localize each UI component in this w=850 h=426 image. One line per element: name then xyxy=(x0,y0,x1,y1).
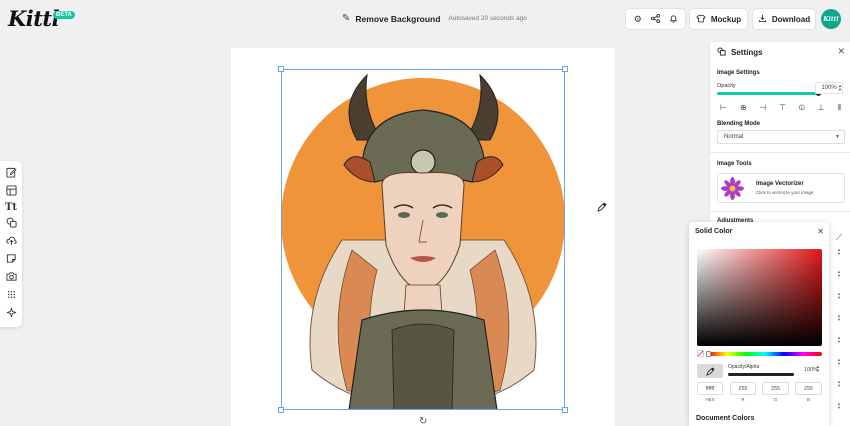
document-title[interactable]: Remove Background xyxy=(355,14,440,24)
eyedropper-icon xyxy=(705,366,715,376)
hex-label: HEX xyxy=(705,397,715,402)
r-input[interactable]: 255 xyxy=(730,382,756,395)
left-toolbar: Tt xyxy=(0,161,22,327)
alignment-row: ⊢ ⊕ ⊣ ⊤ ⦶ ⊥ ⦀ xyxy=(720,103,841,113)
solid-color-popup: Solid Color ✕ Opacity/Alpha 100% ▲ ▼ ffff… xyxy=(689,222,829,426)
bell-icon[interactable] xyxy=(666,14,680,25)
distribute-icon[interactable]: ⦀ xyxy=(837,103,841,113)
g-label: G xyxy=(773,397,778,402)
avatar[interactable]: Kittl xyxy=(821,9,841,29)
stepper[interactable]: ▲ ▼ xyxy=(837,314,841,322)
divider xyxy=(710,152,850,153)
vectorizer-flower-icon xyxy=(721,177,744,200)
stepper[interactable]: ▲ ▼ xyxy=(837,270,841,278)
blending-mode-select[interactable]: Normal ▼ xyxy=(717,130,845,144)
document-title-area[interactable]: ✎ Remove Background Autosaved 20 seconds… xyxy=(342,13,527,24)
alpha-input[interactable]: 100% xyxy=(795,365,818,375)
stepper[interactable]: ▲ ▼ xyxy=(837,336,841,344)
stepper[interactable]: ▲ ▼ xyxy=(837,402,841,410)
stickers-icon[interactable] xyxy=(6,253,17,267)
shapes-icon[interactable] xyxy=(6,217,17,231)
saturation-picker[interactable] xyxy=(697,249,822,346)
ai-sparkle-icon[interactable] xyxy=(6,307,17,321)
alpha-stepper[interactable]: ▲ ▼ xyxy=(816,365,820,373)
share-icon[interactable] xyxy=(648,13,662,25)
tshirt-icon xyxy=(696,14,706,25)
document-colors-title: Document Colors xyxy=(696,415,755,422)
alpha-label: Opacity/Alpha xyxy=(728,364,760,370)
close-icon[interactable]: ✕ xyxy=(817,227,824,236)
align-center-h-icon[interactable]: ⊕ xyxy=(740,103,747,113)
no-color-icon[interactable] xyxy=(697,350,704,357)
mockup-label: Mockup xyxy=(710,14,742,24)
image-settings-title: Image Settings xyxy=(717,70,760,76)
kittl-logo[interactable]: Kittl xyxy=(8,6,60,31)
stepper[interactable]: ▲ ▼ xyxy=(837,292,841,300)
eyedropper-cursor-icon xyxy=(597,202,607,215)
text-icon[interactable]: Tt xyxy=(5,203,17,213)
alpha-slider[interactable] xyxy=(728,373,794,376)
stepper[interactable]: ▲ ▼ xyxy=(837,248,841,256)
vectorizer-title: Image Vectorizer xyxy=(756,181,804,187)
b-input[interactable]: 255 xyxy=(795,382,822,395)
download-icon xyxy=(758,14,767,25)
download-label: Download xyxy=(771,14,811,24)
opacity-slider[interactable] xyxy=(717,92,818,95)
templates-icon[interactable] xyxy=(5,185,17,199)
rotate-icon[interactable]: ↻ xyxy=(419,416,427,426)
edit-icon[interactable] xyxy=(5,167,17,181)
resize-handle-bl[interactable] xyxy=(278,407,284,413)
resize-handle-tl[interactable] xyxy=(278,66,284,72)
opacity-stepper[interactable]: ▲ ▼ xyxy=(838,84,842,92)
mockup-button[interactable]: Mockup xyxy=(690,9,747,29)
hue-slider-handle[interactable] xyxy=(706,351,711,357)
download-button[interactable]: Download xyxy=(753,9,815,29)
align-top-icon[interactable]: ⊤ xyxy=(779,103,786,113)
solid-color-title: Solid Color xyxy=(695,228,733,235)
settings-icon[interactable]: ⚙ xyxy=(631,14,645,25)
beta-badge: BETA xyxy=(53,11,75,19)
selection-box[interactable] xyxy=(281,69,565,410)
upload-icon[interactable] xyxy=(5,235,17,249)
settings-shapes-icon xyxy=(717,47,726,58)
blending-mode-value: Normal xyxy=(724,134,744,140)
close-icon[interactable]: ✕ xyxy=(837,46,845,57)
align-left-icon[interactable]: ⊢ xyxy=(720,103,727,113)
stepper[interactable]: ▲ ▼ xyxy=(837,380,841,388)
stepper[interactable]: ▲ ▼ xyxy=(837,358,841,366)
top-bar: Kittl BETA ✎ Remove Background Autosaved… xyxy=(0,0,850,40)
image-vectorizer-card[interactable]: Image Vectorizer Click to vectorize your… xyxy=(717,173,845,203)
grid-icon[interactable] xyxy=(6,289,17,303)
camera-icon[interactable] xyxy=(5,271,17,285)
align-center-v-icon[interactable]: ⦶ xyxy=(799,103,805,113)
b-label: B xyxy=(806,397,810,402)
divider xyxy=(710,211,850,212)
g-input[interactable]: 255 xyxy=(762,382,789,395)
settings-header: Settings xyxy=(717,47,763,58)
chevron-down-icon: ▼ xyxy=(835,134,840,140)
r-label: R xyxy=(741,397,745,402)
no-fill-swatch-icon[interactable]: ⟋ xyxy=(836,232,842,243)
vectorizer-subtitle: Click to vectorize your image xyxy=(756,190,814,195)
settings-title: Settings xyxy=(731,48,763,57)
image-tools-title: Image Tools xyxy=(717,161,752,167)
align-right-icon[interactable]: ⊣ xyxy=(759,103,766,113)
hue-slider[interactable] xyxy=(708,352,822,356)
blending-mode-label: Blending Mode xyxy=(717,121,760,127)
pencil-icon[interactable]: ✎ xyxy=(342,13,350,24)
right-steppers-column: ▲ ▼ ▲ ▼ ▲ ▼ ▲ ▼ ▲ ▼ ▲ ▼ ▲ ▼ ▲ ▼ xyxy=(828,220,850,426)
hex-input[interactable]: ffffff xyxy=(697,382,723,395)
align-bottom-icon[interactable]: ⊥ xyxy=(818,103,825,113)
top-tool-group: ⚙ xyxy=(626,9,685,29)
opacity-label: Opacity xyxy=(717,83,736,89)
eyedropper-button[interactable] xyxy=(697,364,723,378)
resize-handle-br[interactable] xyxy=(562,407,568,413)
resize-handle-tr[interactable] xyxy=(562,66,568,72)
autosave-status: Autosaved 20 seconds ago xyxy=(448,15,527,22)
